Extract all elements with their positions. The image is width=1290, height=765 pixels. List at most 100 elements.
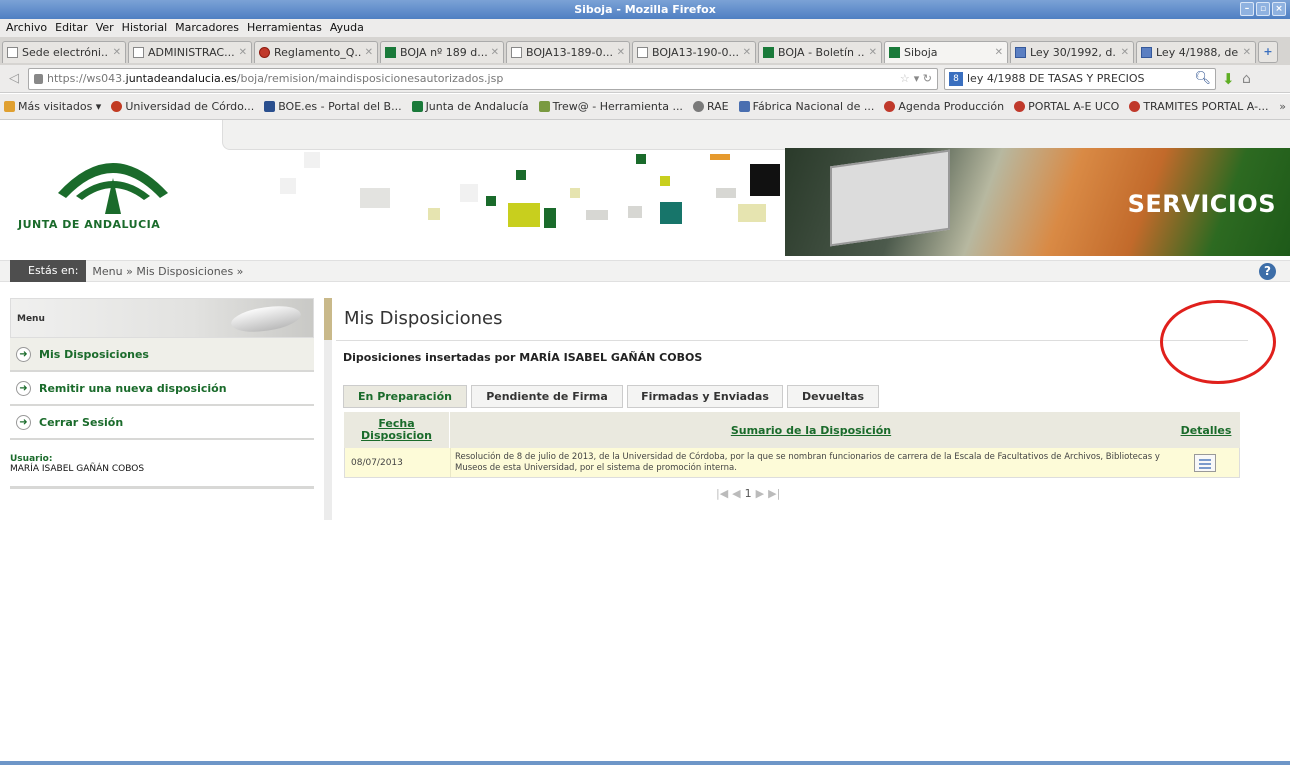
help-icon[interactable]: ? <box>1259 263 1276 280</box>
column-header-details[interactable]: Detalles <box>1172 412 1240 448</box>
banner-tile <box>508 203 540 227</box>
menu-item-cerrar-sesion[interactable]: ➜ Cerrar Sesión <box>10 406 314 440</box>
menu-archivo[interactable]: Archivo <box>6 19 47 37</box>
menu-marcadores[interactable]: Marcadores <box>175 19 239 37</box>
close-icon[interactable]: × <box>1272 2 1286 16</box>
bookmark-mas-visitados[interactable]: Más visitados ▾ <box>4 100 101 113</box>
banner-tile <box>710 154 730 160</box>
tab-title: BOJA13-189-0... <box>526 45 613 59</box>
user-name: MARÍA ISABEL GAÑÁN COBOS <box>10 464 145 474</box>
window-title: Siboja - Mozilla Firefox <box>574 3 716 16</box>
junta-andalucia-icon <box>385 47 396 58</box>
new-tab-icon[interactable]: + <box>1258 41 1278 63</box>
search-bar[interactable]: 8 ley 4/1988 DE TASAS Y PRECIOS 🔍︎ <box>944 67 1216 90</box>
menu-ver[interactable]: Ver <box>96 19 114 37</box>
browser-tab[interactable]: Reglamento_Q... ✕ <box>254 41 378 63</box>
bookmark-trewa[interactable]: Trew@ - Herramienta ... <box>538 100 683 113</box>
side-menu: Menu ➜ Mis Disposiciones ➜ Remitir una n… <box>10 298 314 498</box>
next-page-icon[interactable]: ▶ <box>756 487 764 500</box>
document-icon <box>1141 47 1152 58</box>
bookmark-star-icon[interactable]: ☆ <box>900 72 910 85</box>
home-icon[interactable]: ⌂ <box>1242 71 1258 87</box>
back-icon[interactable]: ◁ <box>6 71 22 87</box>
tab-pendiente-firma[interactable]: Pendiente de Firma <box>471 385 623 408</box>
tab-close-icon[interactable]: ✕ <box>1121 43 1129 63</box>
banner-tile <box>516 170 526 180</box>
tab-close-icon[interactable]: ✕ <box>491 43 499 63</box>
banner-tile <box>586 210 608 220</box>
maximize-icon[interactable]: ▫ <box>1256 2 1270 16</box>
tab-title: Sede electróni... <box>22 45 109 59</box>
browser-tab[interactable]: Ley 30/1992, d... ✕ <box>1010 41 1134 63</box>
bookmark-portal-ae-uco[interactable]: PORTAL A-E UCO <box>1014 100 1119 113</box>
tab-close-icon[interactable]: ✕ <box>617 43 625 63</box>
banner-tile <box>636 154 646 164</box>
download-icon[interactable]: ⬇ <box>1222 71 1236 87</box>
document-icon <box>1015 47 1026 58</box>
dispositions-table: Fecha Disposicion Sumario de la Disposic… <box>344 412 1240 478</box>
tab-close-icon[interactable]: ✕ <box>743 43 751 63</box>
menu-title: Menu <box>17 314 45 324</box>
tab-close-icon[interactable]: ✕ <box>239 43 247 63</box>
browser-tab[interactable]: BOJA - Boletín ... ✕ <box>758 41 882 63</box>
table-row[interactable]: 08/07/2013 Resolución de 8 de julio de 2… <box>344 448 1240 478</box>
browser-tab[interactable]: BOJA nº 189 d... ✕ <box>380 41 504 63</box>
bookmark-label: Agenda Producción <box>898 100 1005 113</box>
column-header-summary[interactable]: Sumario de la Disposición <box>450 412 1172 448</box>
browser-tab[interactable]: BOJA13-190-0... ✕ <box>632 41 756 63</box>
bookmark-rae[interactable]: RAE <box>692 100 729 113</box>
bookmark-label: Universidad de Córdo... <box>125 100 255 113</box>
last-page-icon[interactable]: ▶| <box>768 487 780 500</box>
banner-tile <box>716 188 736 198</box>
menu-item-label: Remitir una nueva disposición <box>39 381 227 395</box>
column-header-date[interactable]: Fecha Disposicion <box>344 412 450 448</box>
bookmark-label: Fábrica Nacional de ... <box>752 100 875 113</box>
bookmark-tramites-portal[interactable]: TRAMITES PORTAL A-... <box>1129 100 1269 113</box>
header-banner: SERVICIOS <box>230 148 1290 256</box>
browser-tab[interactable]: ADMINISTRAC... ✕ <box>128 41 252 63</box>
reload-icon[interactable]: ▾ ↻ <box>914 72 932 85</box>
url-bar[interactable]: https://ws043. juntadeandalucia.es/boja/r… <box>28 67 938 90</box>
tab-title: Reglamento_Q... <box>274 45 361 59</box>
browser-tab-active[interactable]: Siboja ✕ <box>884 41 1008 63</box>
tab-devueltas[interactable]: Devueltas <box>787 385 879 408</box>
menu-ayuda[interactable]: Ayuda <box>330 19 364 37</box>
bookmark-fnmt[interactable]: Fábrica Nacional de ... <box>738 100 875 113</box>
breadcrumb-path[interactable]: Menu » Mis Disposiciones » <box>92 265 243 278</box>
bookmark-universidad-cordoba[interactable]: Universidad de Córdo... <box>111 100 254 113</box>
menu-herramientas[interactable]: Herramientas <box>247 19 322 37</box>
minimize-icon[interactable]: – <box>1240 2 1254 16</box>
tab-close-icon[interactable]: ✕ <box>1243 43 1251 63</box>
blank-page-icon <box>511 47 522 58</box>
banner-tile <box>428 208 440 220</box>
bookmark-agenda-produccion[interactable]: Agenda Producción <box>884 100 1004 113</box>
menu-item-remitir-disposicion[interactable]: ➜ Remitir una nueva disposición <box>10 372 314 406</box>
menu-editar[interactable]: Editar <box>55 19 88 37</box>
tab-close-icon[interactable]: ✕ <box>365 43 373 63</box>
tab-firmadas-enviadas[interactable]: Firmadas y Enviadas <box>627 385 783 408</box>
tab-close-icon[interactable]: ✕ <box>995 43 1003 63</box>
tab-close-icon[interactable]: ✕ <box>113 43 121 63</box>
banner-tile <box>738 204 766 222</box>
banner-tile <box>660 176 670 186</box>
details-icon[interactable] <box>1194 453 1216 472</box>
banner-tile <box>750 164 780 196</box>
search-input[interactable]: ley 4/1988 DE TASAS Y PRECIOS <box>967 72 1190 85</box>
search-engine-icon[interactable]: 8 <box>949 71 963 86</box>
first-page-icon[interactable]: |◀ <box>716 487 728 500</box>
browser-tab[interactable]: Sede electróni... ✕ <box>2 41 126 63</box>
bookmark-boe[interactable]: BOE.es - Portal del B... <box>264 100 402 113</box>
tab-en-preparacion[interactable]: En Preparación <box>343 385 467 408</box>
browser-tab[interactable]: Ley 4/1988, de ... ✕ <box>1136 41 1256 63</box>
menu-item-mis-disposiciones[interactable]: ➜ Mis Disposiciones <box>10 338 314 372</box>
banner-tile <box>570 188 580 198</box>
previous-page-icon[interactable]: ◀ <box>732 487 740 500</box>
menu-historial[interactable]: Historial <box>122 19 167 37</box>
tab-close-icon[interactable]: ✕ <box>869 43 877 63</box>
bookmarks-overflow-icon[interactable]: » <box>1279 100 1286 113</box>
current-page: 1 <box>744 487 752 500</box>
cell-date: 08/07/2013 <box>345 448 451 477</box>
browser-tab[interactable]: BOJA13-189-0... ✕ <box>506 41 630 63</box>
search-icon[interactable]: 🔍︎ <box>1194 71 1211 86</box>
bookmark-junta-andalucia[interactable]: Junta de Andalucía <box>411 100 529 113</box>
